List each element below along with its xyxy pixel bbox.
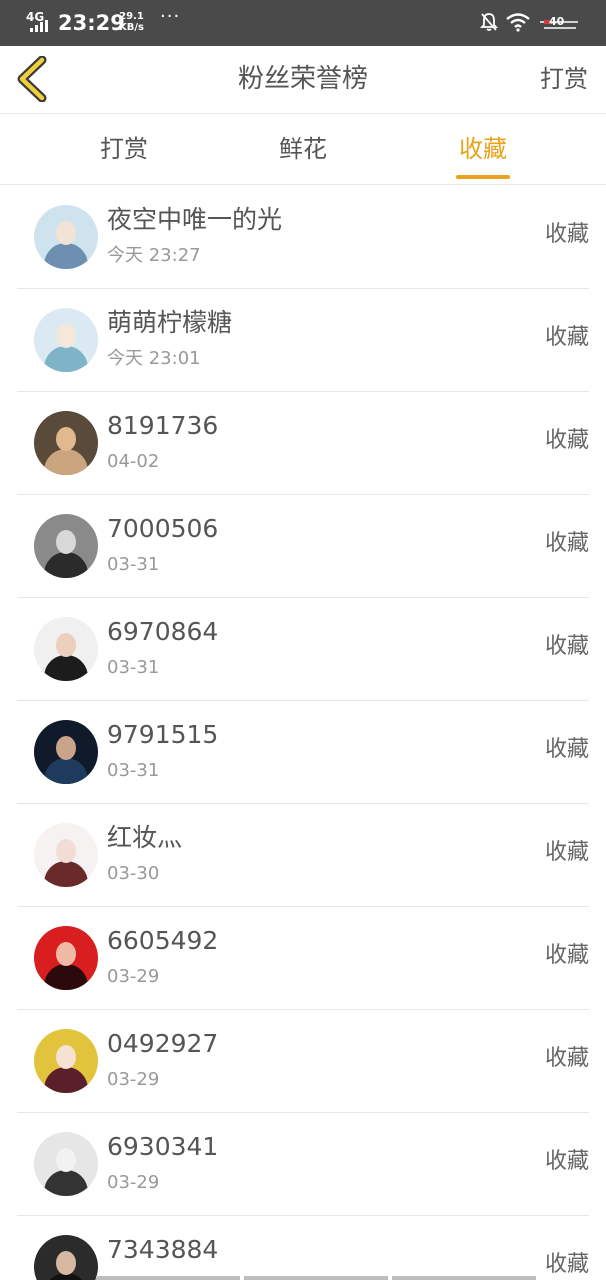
user-name: 0492927: [107, 1029, 219, 1058]
list-item[interactable]: 8191736 04-02 收藏: [17, 392, 589, 495]
bell-muted-icon: [480, 13, 498, 31]
action-label: 收藏: [544, 531, 589, 556]
action-label: 收藏: [544, 222, 589, 247]
speed-value: 29.1: [119, 11, 144, 22]
user-name: 8191736: [107, 411, 219, 440]
wifi-icon: [506, 13, 530, 32]
avatar[interactable]: [34, 823, 98, 887]
avatar-face: [56, 1045, 76, 1069]
active-tab-indicator: [456, 175, 510, 179]
tab-favorites[interactable]: 收藏: [423, 133, 543, 165]
list-item[interactable]: 6970864 03-31 收藏: [17, 598, 589, 701]
activity-time: 03-31: [107, 760, 160, 781]
more-notifications-icon: ···: [160, 6, 181, 27]
list-item[interactable]: 红妆灬 03-30 收藏: [17, 804, 589, 907]
avatar-face: [56, 530, 76, 554]
avatar[interactable]: [34, 1132, 98, 1196]
avatar-face: [56, 427, 76, 451]
avatar-figure: [44, 1170, 88, 1196]
tab-bar: 打赏 鲜花 收藏: [0, 115, 606, 185]
avatar-face: [56, 324, 76, 348]
user-name: 萌萌柠檬糖: [107, 308, 233, 337]
activity-time: 今天 23:27: [107, 245, 201, 266]
avatar[interactable]: [34, 617, 98, 681]
header: 粉丝荣誉榜 打赏: [0, 46, 606, 114]
avatar[interactable]: [34, 926, 98, 990]
page-title: 粉丝荣誉榜: [237, 64, 368, 94]
user-name: 夜空中唯一的光: [107, 205, 283, 234]
list-item[interactable]: 夜空中唯一的光今天 23:27 收藏: [17, 186, 589, 289]
avatar-face: [56, 221, 76, 245]
user-name: 6605492: [107, 926, 219, 955]
list-item[interactable]: 9791515 03-31 收藏: [17, 701, 589, 804]
activity-time: 03-29: [107, 1069, 160, 1090]
action-label: 收藏: [544, 943, 589, 968]
avatar-face: [56, 1148, 76, 1172]
avatar-face: [56, 633, 76, 657]
action-label: 收藏: [544, 840, 589, 865]
avatar-figure: [44, 861, 88, 887]
activity-time: 03-29: [107, 1172, 160, 1193]
fan-list: 夜空中唯一的光 今天 23:27 收藏 萌萌柠檬糖 今天 23:01 收藏 8191736 0…: [0, 186, 606, 1280]
action-label: 收藏: [544, 737, 589, 762]
list-item[interactable]: 734388403-29收藏: [17, 1216, 589, 1280]
avatar[interactable]: [34, 720, 98, 784]
avatar[interactable]: [34, 411, 98, 475]
status-bar: 4G 23:29 29.1 KB/s ··· 40: [0, 0, 606, 46]
avatar[interactable]: [34, 514, 98, 578]
action-label: 收藏: [544, 325, 589, 350]
status-time: 23:29: [58, 11, 125, 35]
activity-time: 03-30: [107, 863, 160, 884]
reward-button[interactable]: 打赏: [540, 62, 588, 96]
list-item[interactable]: 7000506 03-31 收藏: [17, 495, 589, 598]
avatar-figure: [44, 449, 88, 475]
avatar-figure: [44, 964, 88, 990]
activity-time: 今天 23:01: [107, 348, 201, 369]
avatar-face: [56, 1251, 76, 1275]
network-speed: 29.1 KB/s: [119, 11, 144, 33]
list-item[interactable]: 6605492 03-29 收藏: [17, 907, 589, 1010]
user-name: 6930341: [107, 1132, 219, 1161]
avatar-face: [56, 839, 76, 863]
avatar-figure: [44, 552, 88, 578]
activity-time: 03-29: [107, 966, 160, 987]
action-label: 收藏: [544, 428, 589, 453]
avatar-face: [56, 942, 76, 966]
user-name: 6970864: [107, 617, 219, 646]
tab-reward[interactable]: 打赏: [64, 133, 184, 165]
avatar-figure: [44, 1067, 88, 1093]
activity-time: 03-31: [107, 554, 160, 575]
list-item[interactable]: 0492927 03-29 收藏: [17, 1010, 589, 1113]
user-name: 7343884: [107, 1235, 219, 1264]
user-name: 7000506: [107, 514, 219, 543]
bottom-scroll-indicator: [96, 1276, 536, 1280]
list-item[interactable]: 6930341 03-29 收藏: [17, 1113, 589, 1216]
avatar-figure: [44, 758, 88, 784]
user-name: 红妆灬: [107, 823, 183, 852]
action-label: 收藏: [544, 1252, 589, 1277]
avatar-figure: [44, 243, 88, 269]
avatar[interactable]: [34, 1235, 98, 1280]
action-label: 收藏: [544, 1149, 589, 1174]
signal-icon: [30, 20, 48, 32]
activity-time: 03-31: [107, 657, 160, 678]
avatar[interactable]: [34, 308, 98, 372]
avatar-face: [56, 736, 76, 760]
activity-time: 04-02: [107, 451, 160, 472]
tab-flowers[interactable]: 鲜花: [243, 133, 363, 165]
battery-level: 40: [549, 15, 565, 28]
action-label: 收藏: [544, 1046, 589, 1071]
list-item[interactable]: 萌萌柠檬糖今天 23:01 收藏: [17, 289, 589, 392]
avatar-figure: [44, 346, 88, 372]
speed-unit: KB/s: [119, 22, 144, 33]
avatar-figure: [44, 655, 88, 681]
user-name: 9791515: [107, 720, 219, 749]
action-label: 收藏: [544, 634, 589, 659]
avatar[interactable]: [34, 1029, 98, 1093]
avatar[interactable]: [34, 205, 98, 269]
